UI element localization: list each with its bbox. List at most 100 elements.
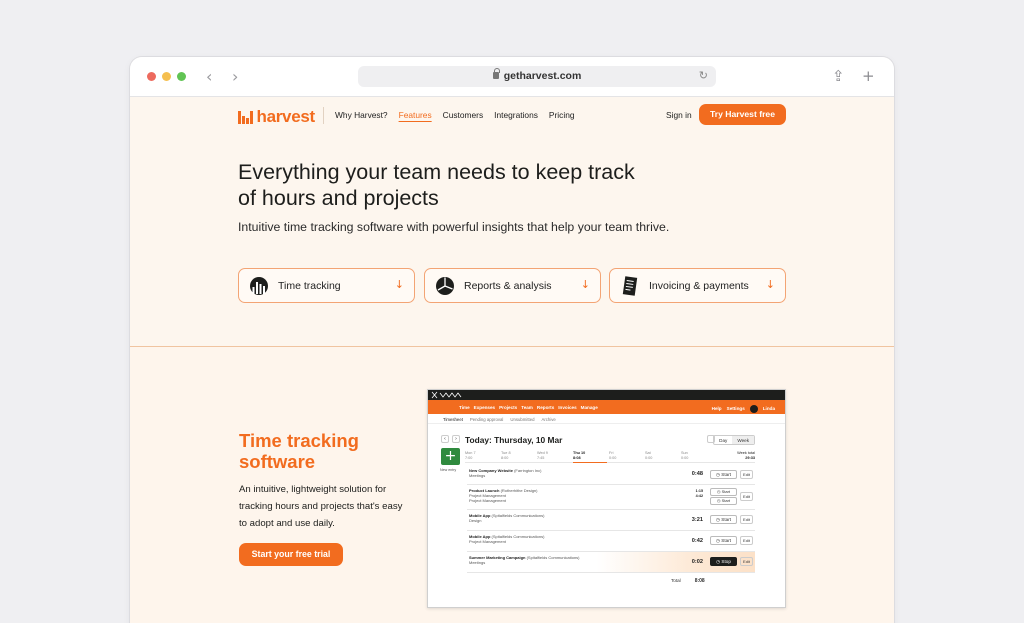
- harvest-logo[interactable]: harvest: [238, 107, 315, 127]
- arrow-down-icon: ↓: [765, 278, 775, 291]
- entry-hours[interactable]: 0:42: [692, 538, 703, 544]
- try-harvest-free-button[interactable]: Try Harvest free: [699, 104, 786, 125]
- url-text: getharvest.com: [503, 70, 582, 82]
- day-view-button[interactable]: Day: [714, 436, 732, 444]
- prev-day-button[interactable]: ‹: [441, 435, 449, 443]
- start-timer-button[interactable]: ◷ Start: [710, 497, 737, 505]
- feature-card-label: Time tracking: [278, 279, 341, 292]
- feature-card-label: Invoicing & payments: [649, 279, 749, 292]
- app-nav-projects[interactable]: Projects: [499, 405, 517, 410]
- new-entry-button[interactable]: +: [441, 448, 460, 465]
- back-icon[interactable]: ‹: [206, 67, 212, 86]
- minimize-window-button[interactable]: [162, 72, 171, 81]
- feature-card-time-tracking[interactable]: Time tracking ↓: [238, 268, 415, 303]
- edit-entry-button[interactable]: Edit: [740, 515, 753, 524]
- edit-entry-button[interactable]: Edit: [740, 492, 753, 501]
- entry-hours[interactable]: 3:21: [692, 517, 703, 523]
- current-date-title: Today: Thursday, 10 Mar: [465, 435, 563, 445]
- feature-card-label: Reports & analysis: [464, 279, 552, 292]
- tab-timesheet[interactable]: Timesheet: [443, 417, 463, 422]
- browser-toolbar: ‹ › getharvest.com ↻ ⇪ +: [130, 57, 894, 97]
- nav-features[interactable]: Features: [399, 110, 432, 120]
- app-help[interactable]: Help: [712, 406, 722, 411]
- app-title-bar: [428, 390, 785, 400]
- address-bar[interactable]: getharvest.com ↻: [358, 66, 716, 87]
- next-day-button[interactable]: ›: [452, 435, 460, 443]
- feature-card-invoicing[interactable]: Invoicing & payments ↓: [609, 268, 786, 303]
- table-row: New Company Website (Farrington Inc) Meet…: [467, 465, 755, 485]
- start-free-trial-button[interactable]: Start your free trial: [239, 543, 343, 566]
- sign-in-link[interactable]: Sign in: [666, 110, 692, 120]
- forward-icon[interactable]: ›: [232, 67, 238, 86]
- day-fri[interactable]: Fri 0:00: [609, 451, 616, 461]
- tab-pending-approval[interactable]: Pending approval: [470, 417, 503, 422]
- avatar[interactable]: [749, 404, 758, 413]
- start-timer-button[interactable]: ◷ Start: [710, 536, 737, 545]
- feature-card-reports[interactable]: Reports & analysis ↓: [424, 268, 601, 303]
- entry-hours[interactable]: 0:48: [692, 471, 703, 477]
- zoom-window-button[interactable]: [177, 72, 186, 81]
- entry-project: New Company Website (Farrington Inc) Meet…: [469, 468, 542, 479]
- day-mon[interactable]: Mon 7 7:00: [465, 451, 476, 461]
- share-icon[interactable]: ⇪: [832, 67, 845, 85]
- edit-entry-button[interactable]: Edit: [740, 536, 753, 545]
- main-nav: Why Harvest? Features Customers Integrat…: [335, 110, 575, 120]
- entry-hours[interactable]: 1:15 4:42: [696, 489, 703, 499]
- section-title: Time tracking software: [239, 430, 359, 472]
- reload-icon[interactable]: ↻: [699, 66, 708, 87]
- stopwatch-icon: [250, 276, 268, 295]
- start-timer-button[interactable]: ◷ Start: [710, 515, 737, 524]
- nav-pricing[interactable]: Pricing: [549, 110, 575, 120]
- lock-icon: [492, 68, 500, 79]
- app-nav-manage[interactable]: Manage: [581, 405, 598, 410]
- view-toggle: Day Week: [713, 435, 755, 445]
- start-timer-button[interactable]: ◷ Start: [710, 470, 737, 479]
- app-screenshot: Time Expenses Projects Team Reports Invo…: [427, 389, 786, 608]
- new-entry-label: New entry: [440, 468, 457, 472]
- app-settings[interactable]: Settings: [727, 406, 745, 411]
- section-description: An intuitive, lightweight solution for t…: [239, 484, 403, 529]
- table-row-active: Summer Marketing Campaign (Spitalfields …: [467, 552, 755, 573]
- day-sun[interactable]: Sun 0:00: [681, 451, 688, 461]
- app-nav-time[interactable]: Time: [459, 405, 470, 410]
- logo-text: harvest: [256, 107, 316, 126]
- site-header: harvest Why Harvest? Features Customers …: [130, 97, 894, 134]
- nav-integrations[interactable]: Integrations: [494, 110, 538, 120]
- app-nav-invoices[interactable]: Invoices: [558, 405, 576, 410]
- week-view-button[interactable]: Week: [732, 436, 754, 444]
- nav-why-harvest[interactable]: Why Harvest?: [335, 110, 388, 120]
- header-divider: [323, 107, 324, 124]
- entry-project: Mobile App (Spitalfields Communications)…: [469, 513, 545, 524]
- hero-title: Everything your team needs to keep track…: [238, 160, 635, 210]
- week-total: Week total 29:33: [737, 451, 755, 460]
- edit-entry-button[interactable]: Edit: [740, 557, 753, 566]
- table-row: Product Launch (Rotherhithe Design) Proje…: [467, 485, 755, 510]
- table-row: Mobile App (Spitalfields Communications)…: [467, 531, 755, 552]
- app-nav-expenses[interactable]: Expenses: [474, 405, 495, 410]
- day-sat[interactable]: Sat 0:00: [645, 451, 652, 461]
- tab-archive[interactable]: Archive: [541, 417, 555, 422]
- stop-timer-button[interactable]: ◷ Stop: [710, 557, 737, 566]
- app-subtabs: Timesheet Pending approval Unsubmitted A…: [428, 414, 785, 424]
- start-timer-button[interactable]: ◷ Start: [710, 488, 737, 496]
- entry-hours[interactable]: 0:02: [692, 559, 703, 565]
- day-tue[interactable]: Tue 8 8:00: [501, 451, 511, 461]
- harvest-logo-icon: [238, 110, 253, 124]
- app-user-name[interactable]: Linda: [763, 406, 775, 411]
- app-nav-reports[interactable]: Reports: [537, 405, 554, 410]
- app-nav-team[interactable]: Team: [521, 405, 533, 410]
- tab-unsubmitted[interactable]: Unsubmitted: [510, 417, 534, 422]
- arrow-down-icon: ↓: [580, 278, 590, 291]
- arrow-down-icon: ↓: [394, 278, 404, 291]
- invoice-icon: [622, 275, 638, 296]
- week-days-row: Mon 7 7:00 Tue 8 8:00 Wed 9 7:45 Thu 10 8:08…: [465, 451, 755, 463]
- day-wed[interactable]: Wed 9 7:45: [537, 451, 548, 461]
- edit-entry-button[interactable]: Edit: [740, 470, 753, 479]
- close-window-button[interactable]: [147, 72, 156, 81]
- new-tab-icon[interactable]: +: [862, 67, 875, 85]
- nav-customers[interactable]: Customers: [443, 110, 484, 120]
- day-thu[interactable]: Thu 10 8:08: [573, 451, 607, 463]
- entry-project: Summer Marketing Campaign (Spitalfields …: [469, 555, 580, 566]
- entry-project: Mobile App (Spitalfields Communications)…: [469, 534, 545, 545]
- browser-window: ‹ › getharvest.com ↻ ⇪ + harvest Why Harv…: [130, 57, 894, 623]
